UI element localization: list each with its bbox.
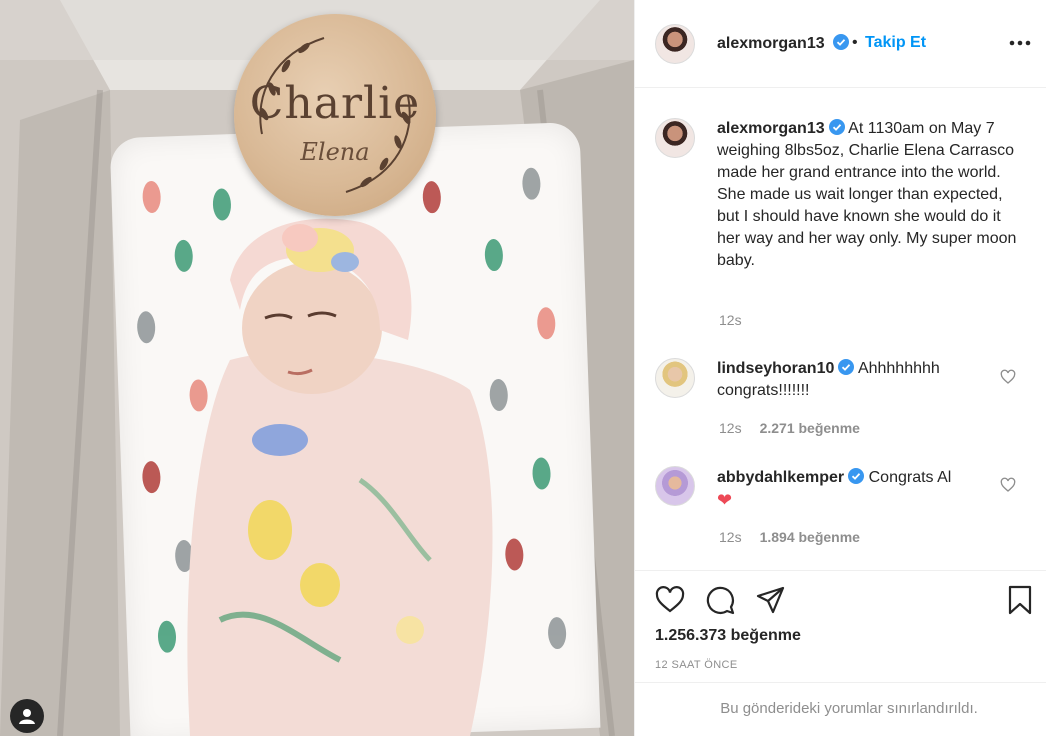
heart-icon[interactable] bbox=[655, 585, 685, 615]
comments-limited-notice: Bu gönderideki yorumlar sınırlandırıldı. bbox=[635, 682, 1046, 736]
share-icon[interactable] bbox=[755, 585, 785, 615]
comment-like-heart-icon[interactable] bbox=[1000, 369, 1016, 385]
comment-likes[interactable]: 1.894 beğenme bbox=[760, 529, 860, 545]
verified-badge-icon bbox=[838, 359, 855, 375]
comment-avatar[interactable] bbox=[655, 358, 695, 398]
comment-time[interactable]: 12s bbox=[719, 420, 742, 436]
verified-badge-icon bbox=[828, 119, 845, 135]
post-header: alexmorgan13 • Takip Et bbox=[635, 0, 1046, 88]
separator-dot: • bbox=[852, 34, 858, 51]
verified-badge-icon bbox=[848, 468, 865, 484]
comment-item: abbydahlkemper Congrats Al ❤ bbox=[717, 467, 997, 513]
name-sign: Charlie Elena bbox=[234, 14, 436, 216]
comment-avatar[interactable] bbox=[655, 466, 695, 506]
bookmark-icon[interactable] bbox=[1005, 585, 1035, 615]
red-heart-emoji: ❤ bbox=[717, 490, 733, 510]
comment-meta: 12s 2.271 beğenme bbox=[719, 420, 860, 436]
sign-name: Charlie bbox=[249, 78, 421, 129]
post-timestamp[interactable]: 12 SAAT ÖNCE bbox=[655, 659, 738, 671]
author-username[interactable]: alexmorgan13 bbox=[717, 34, 850, 53]
comment-username[interactable]: lindseyhoran10 bbox=[717, 360, 834, 377]
post-side-panel: alexmorgan13 • Takip Et alexmorgan13 At … bbox=[634, 0, 1046, 736]
comment-username[interactable]: abbydahlkemper bbox=[717, 469, 844, 486]
comment-icon[interactable] bbox=[705, 585, 735, 615]
comment-text: Congrats Al bbox=[868, 469, 952, 486]
caption-text: At 1130am on May 7 weighing 8lbs5oz, Cha… bbox=[717, 120, 1017, 269]
caption-avatar[interactable] bbox=[655, 118, 695, 158]
post-photo[interactable]: Charlie Elena bbox=[0, 0, 634, 736]
caption-username[interactable]: alexmorgan13 bbox=[717, 120, 825, 137]
post-caption: alexmorgan13 At 1130am on May 7 weighing… bbox=[717, 118, 1017, 272]
verified-badge-icon bbox=[833, 34, 850, 50]
sign-middle-name: Elena bbox=[300, 138, 370, 166]
comment-item: lindseyhoran10 Ahhhhhhhh congrats!!!!!!! bbox=[717, 358, 997, 402]
likes-count[interactable]: 1.256.373 beğenme bbox=[655, 627, 801, 645]
more-options-icon[interactable] bbox=[1007, 30, 1033, 56]
author-avatar[interactable] bbox=[655, 24, 695, 64]
comment-like-heart-icon[interactable] bbox=[1000, 477, 1016, 493]
user-tag-icon[interactable] bbox=[10, 699, 44, 733]
caption-time[interactable]: 12s bbox=[719, 312, 742, 328]
follow-button[interactable]: Takip Et bbox=[865, 34, 926, 52]
comment-likes[interactable]: 2.271 beğenme bbox=[760, 420, 860, 436]
comment-meta: 12s 1.894 beğenme bbox=[719, 529, 860, 545]
post-actions: 1.256.373 beğenme 12 SAAT ÖNCE Bu gönder… bbox=[635, 570, 1046, 736]
comment-time[interactable]: 12s bbox=[719, 529, 742, 545]
